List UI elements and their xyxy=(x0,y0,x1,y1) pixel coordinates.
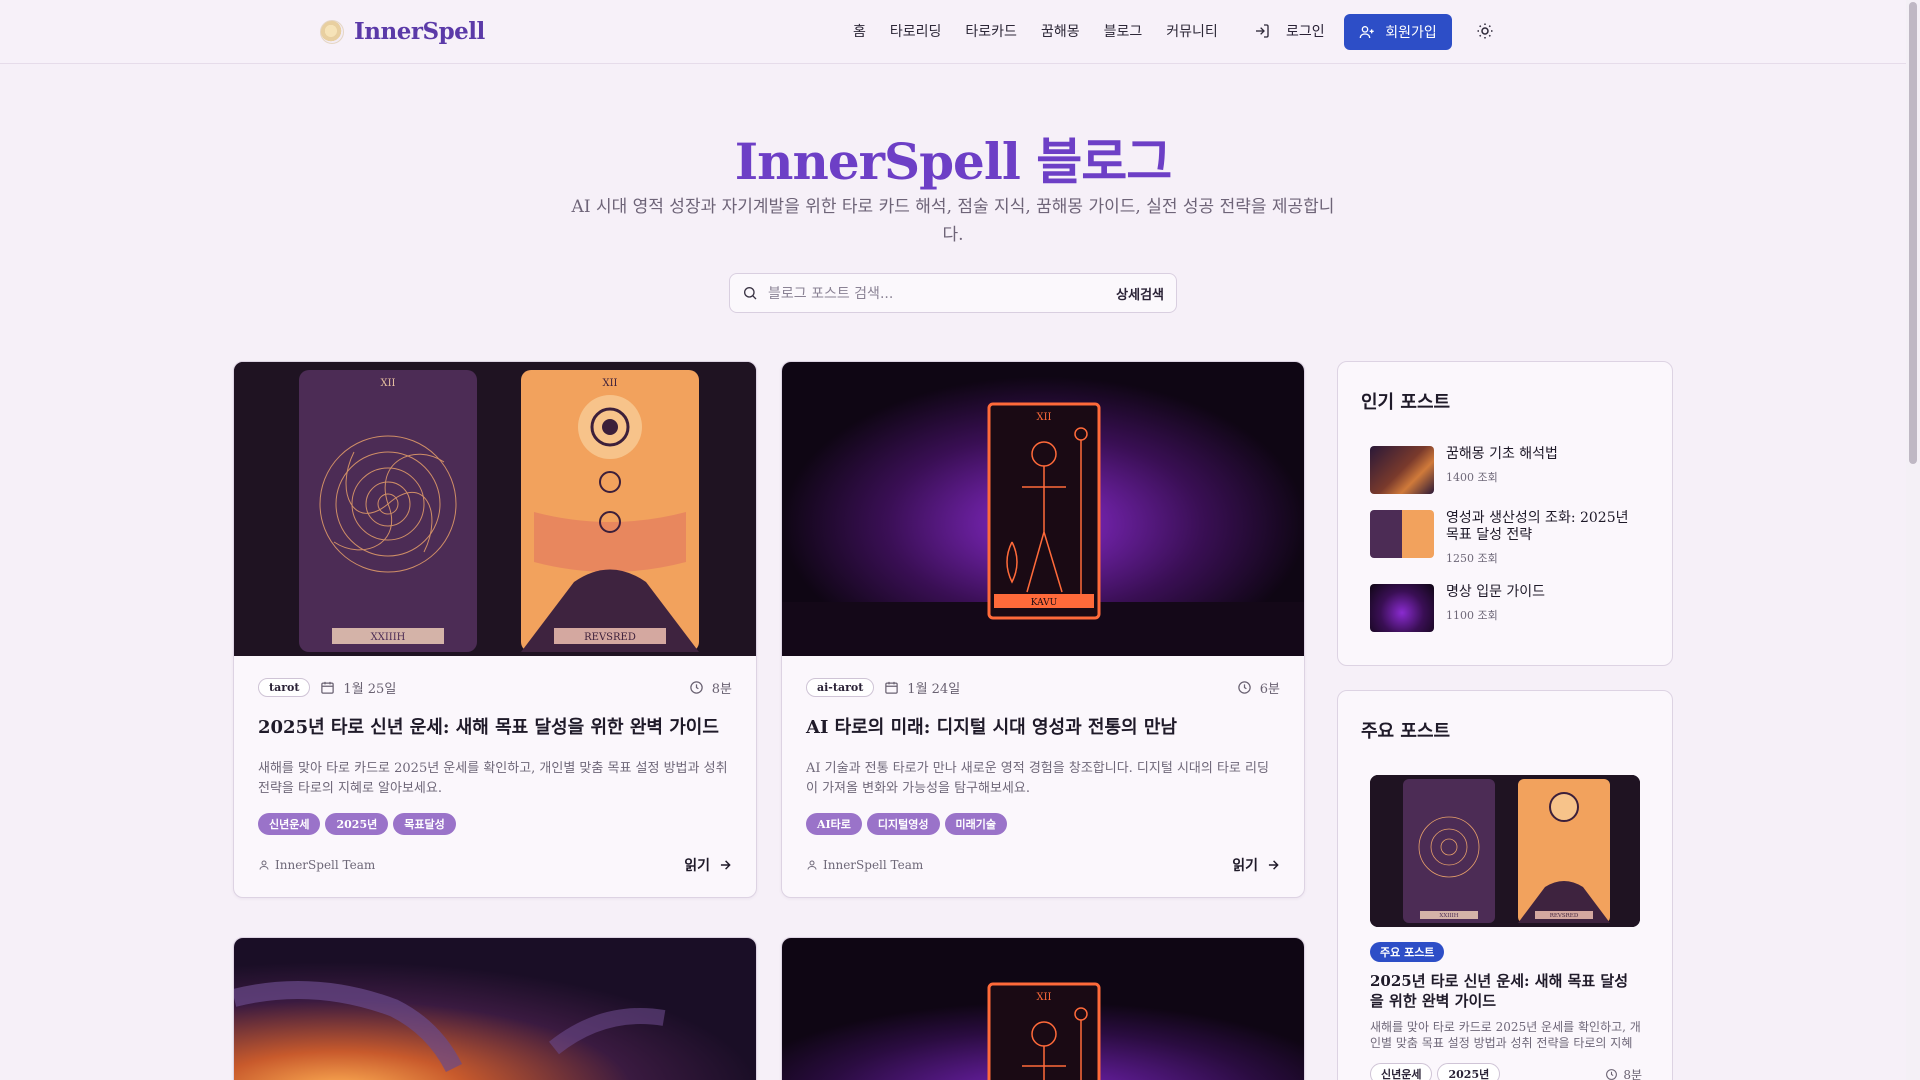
calendar-icon xyxy=(321,681,335,694)
card-label: REVSRED xyxy=(1550,913,1579,919)
scrollbar-thumb[interactable] xyxy=(1909,2,1917,464)
post-author: InnerSpell Team xyxy=(806,858,923,872)
login-button[interactable]: 로그인 xyxy=(1254,21,1325,41)
advanced-search-button[interactable]: 상세검색 xyxy=(1116,284,1164,303)
post-image: XII XXIIIH XII REVSRED xyxy=(234,362,756,656)
nav-tarot-reading[interactable]: 타로리딩 xyxy=(890,21,942,41)
tag[interactable]: 목표달성 xyxy=(393,813,456,835)
popular-post-thumbnail xyxy=(1370,510,1434,558)
card-label: XXIIIH xyxy=(371,632,406,643)
post-tags: 신년운세 2025년 목표달성 xyxy=(258,813,732,835)
post-card[interactable]: XII KAVU ai-tarot 1월 24일 6분 AI 타로의 미래: 디… xyxy=(781,361,1305,898)
tag[interactable]: 디지털영성 xyxy=(866,813,940,835)
read-time: 8분 xyxy=(1623,1067,1642,1080)
post-description: AI 기술과 전통 타로가 만나 새로운 영적 경험을 창조합니다. 디지털 시… xyxy=(806,761,1269,796)
calendar-icon xyxy=(885,681,899,694)
read-more-link[interactable]: 읽기 xyxy=(1232,855,1280,875)
nav-home[interactable]: 홈 xyxy=(853,21,866,41)
logo-text: InnerSpell xyxy=(354,18,485,45)
clock-icon xyxy=(690,681,703,694)
search-bar[interactable]: 블로그 포스트 검색... 상세검색 xyxy=(729,273,1177,313)
signup-button[interactable]: 회원가입 xyxy=(1344,14,1452,50)
login-icon xyxy=(1256,24,1269,38)
main-nav: 홈 타로리딩 타로카드 꿈해몽 블로그 커뮤니티 xyxy=(853,21,1218,41)
post-meta: ai-tarot 1월 24일 6분 xyxy=(806,678,1280,697)
nav-community[interactable]: 커뮤니티 xyxy=(1166,21,1218,41)
popular-post-thumbnail xyxy=(1370,584,1434,632)
post-date: 1월 25일 xyxy=(343,682,397,697)
post-tags: AI타로 디지털영성 미래기술 xyxy=(806,813,1280,835)
featured-posts-panel: 주요 포스트 XXIIIH REVSRED 주요 포스트 2025년 타로 신년… xyxy=(1337,690,1673,1080)
tag[interactable]: 2025년 xyxy=(325,813,389,835)
read-time: 6분 xyxy=(1259,682,1280,697)
nav-tarot-cards[interactable]: 타로카드 xyxy=(965,21,1017,41)
card-numeral: XII xyxy=(602,378,617,389)
post-card[interactable]: XII XXIIIH XII REVSRED tarot 1월 25일 8분 2… xyxy=(233,361,757,898)
post-title[interactable]: AI 타로의 미래: 디지털 시대 영성과 전통의 만남 xyxy=(806,713,1280,739)
read-more-link[interactable]: 읽기 xyxy=(684,855,732,875)
login-label: 로그인 xyxy=(1286,24,1325,40)
card-numeral: XII xyxy=(380,378,395,389)
arrow-right-icon xyxy=(1268,860,1279,870)
tag[interactable]: 신년운세 xyxy=(258,813,321,835)
featured-post-description: 새해를 맞아 타로 카드로 2025년 운세를 확인하고, 개인별 맞춤 목표 … xyxy=(1370,1020,1641,1050)
tag[interactable]: 2025년 xyxy=(1437,1063,1501,1080)
sun-icon[interactable] xyxy=(1476,22,1494,40)
read-time: 8분 xyxy=(711,682,732,697)
post-title[interactable]: 2025년 타로 신년 운세: 새해 목표 달성을 위한 완벽 가이드 xyxy=(258,713,732,739)
nav-blog[interactable]: 블로그 xyxy=(1104,21,1143,41)
clock-icon xyxy=(1606,1068,1618,1080)
featured-post-image[interactable]: XXIIIH REVSRED xyxy=(1370,775,1640,927)
search-icon xyxy=(744,287,757,300)
card-label: KAVU xyxy=(1031,598,1058,608)
user-icon xyxy=(259,860,269,870)
user-icon xyxy=(807,860,817,870)
popular-posts-panel: 인기 포스트 꿈해몽 기초 해석법 1400 조회 영성과 생산성의 조화: 2… xyxy=(1337,361,1673,666)
logo-icon xyxy=(320,19,344,44)
popular-posts-title: 인기 포스트 xyxy=(1361,392,1451,413)
page-subtitle: AI 시대 영적 성장과 자기계발을 위한 타로 카드 해석, 점술 지식, 꿈… xyxy=(571,197,1335,245)
post-image: XII xyxy=(782,938,1304,1080)
featured-posts-title: 주요 포스트 xyxy=(1361,721,1451,742)
post-date: 1월 24일 xyxy=(907,682,961,697)
search-input[interactable]: 블로그 포스트 검색... xyxy=(768,283,1116,303)
category-chip[interactable]: tarot xyxy=(258,678,311,697)
post-author: InnerSpell Team xyxy=(258,858,375,872)
card-label: XXIIIH xyxy=(1439,913,1458,919)
scrollbar[interactable] xyxy=(1906,0,1920,1080)
popular-post-item[interactable]: 영성과 생산성의 조화: 2025년 목표 달성 전략 1250 조회 xyxy=(1370,510,1630,566)
category-chip[interactable]: ai-tarot xyxy=(806,678,875,697)
signup-label: 회원가입 xyxy=(1385,25,1437,41)
tag[interactable]: 미래기술 xyxy=(944,813,1008,835)
post-meta: tarot 1월 25일 8분 xyxy=(258,678,732,697)
clock-icon xyxy=(1238,681,1251,694)
popular-post-item[interactable]: 꿈해몽 기초 해석법 1400 조회 xyxy=(1370,446,1630,494)
post-card[interactable] xyxy=(233,937,757,1080)
card-numeral: XII xyxy=(1036,992,1051,1003)
post-image: XII KAVU xyxy=(782,362,1304,656)
tag[interactable]: 신년운세 xyxy=(1370,1063,1433,1080)
arrow-right-icon xyxy=(720,860,731,870)
nav-dream[interactable]: 꿈해몽 xyxy=(1041,21,1080,41)
post-image xyxy=(234,938,756,1080)
post-card[interactable]: XII xyxy=(781,937,1305,1080)
featured-post-title[interactable]: 2025년 타로 신년 운세: 새해 목표 달성을 위한 완벽 가이드 xyxy=(1370,971,1640,1011)
card-numeral: XII xyxy=(1036,412,1051,423)
post-description: 새해를 맞아 타로 카드로 2025년 운세를 확인하고, 개인별 맞춤 목표 … xyxy=(258,761,728,796)
tag[interactable]: AI타로 xyxy=(806,813,862,835)
user-plus-icon xyxy=(1359,26,1374,39)
card-label: REVSRED xyxy=(584,632,636,643)
logo[interactable]: InnerSpell xyxy=(320,18,485,45)
page-title: InnerSpell 블로그 xyxy=(734,132,1173,191)
popular-post-item[interactable]: 명상 입문 가이드 1100 조회 xyxy=(1370,584,1630,632)
featured-badge: 주요 포스트 xyxy=(1370,942,1445,962)
popular-post-thumbnail xyxy=(1370,446,1434,494)
top-header: InnerSpell 홈 타로리딩 타로카드 꿈해몽 블로그 커뮤니티 로그인 … xyxy=(0,0,1906,64)
